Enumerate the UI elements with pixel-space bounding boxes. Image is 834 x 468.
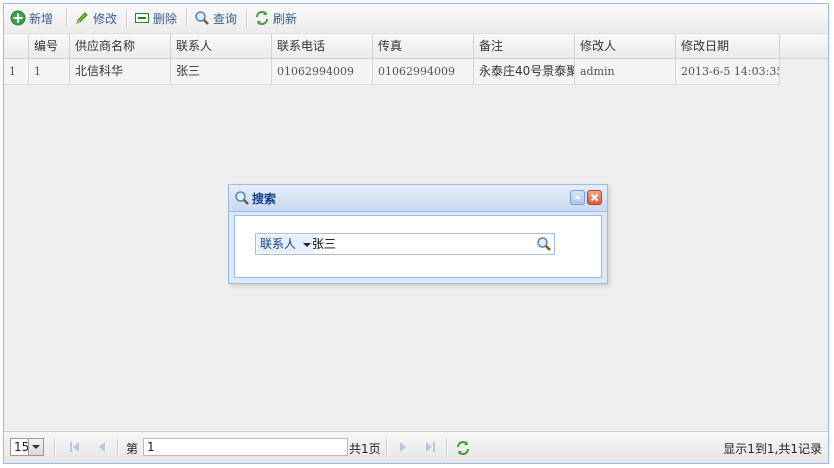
search-field-label: 联系人 — [260, 237, 297, 251]
toolbar-divider — [66, 9, 68, 27]
plus-icon — [10, 10, 26, 26]
pager-divider — [446, 439, 448, 457]
column-header-id[interactable]: 编号 — [29, 34, 70, 58]
collapse-button[interactable] — [570, 190, 585, 205]
page-size-value: 15 — [14, 440, 30, 454]
edit-label: 修改 — [93, 11, 118, 26]
cell-id: 1 — [29, 59, 70, 84]
cell-modifier: admin — [575, 59, 676, 84]
search-icon — [537, 237, 551, 251]
column-header-contact[interactable]: 联系人 — [171, 34, 272, 58]
add-button[interactable]: 新增 — [10, 8, 53, 28]
prev-page-icon[interactable] — [95, 440, 109, 454]
page-size-select[interactable]: 15 — [10, 438, 44, 456]
delete-button[interactable]: 删除 — [134, 8, 177, 28]
refresh-icon[interactable] — [455, 440, 469, 455]
pencil-icon — [74, 10, 90, 26]
pager-divider — [386, 439, 388, 457]
page-total: 共1页 — [349, 442, 381, 456]
toolbar-divider — [246, 9, 248, 27]
minus-icon — [134, 10, 150, 26]
search-field-menu[interactable]: 联系人 — [257, 235, 314, 253]
cell-remark: 永泰庄40号景泰聚 — [474, 59, 575, 84]
close-button[interactable] — [587, 190, 602, 205]
toolbar-divider — [186, 9, 188, 27]
page-number-input[interactable]: 1 — [143, 438, 348, 456]
search-button[interactable] — [536, 236, 552, 252]
chevron-down-icon[interactable] — [28, 439, 43, 455]
pager-divider — [117, 439, 119, 457]
search-box: 联系人 张三 — [255, 233, 555, 255]
chevron-up-icon — [574, 195, 581, 199]
column-header-supplier[interactable]: 供应商名称 — [70, 34, 171, 58]
last-page-icon[interactable] — [423, 440, 437, 454]
page-prefix: 第 — [126, 442, 139, 456]
next-page-icon[interactable] — [396, 440, 410, 454]
dialog-header[interactable]: 搜索 — [229, 185, 607, 212]
cell-phone: 01062994009 — [272, 59, 373, 84]
cell-contact: 张三 — [171, 59, 272, 84]
column-header-rownum — [4, 34, 29, 58]
pagination-bar: 15 第 1 共1页 显示1到1,共1记录 — [4, 431, 828, 463]
column-header-phone[interactable]: 联系电话 — [272, 34, 373, 58]
dialog-body: 联系人 张三 — [234, 215, 602, 278]
grid-header-filler — [780, 34, 828, 59]
search-dialog: 搜索 联系人 张三 — [228, 184, 608, 284]
refresh-icon — [254, 10, 270, 26]
column-header-modifier[interactable]: 修改人 — [575, 34, 676, 58]
row-number: 1 — [4, 59, 29, 84]
cell-fax: 01062994009 — [373, 59, 474, 84]
delete-label: 删除 — [153, 11, 178, 26]
refresh-button[interactable]: 刷新 — [254, 8, 297, 28]
cell-modified-date: 2013-6-5 14:03:35 — [676, 59, 780, 84]
pager-info: 显示1到1,共1记录 — [723, 442, 822, 456]
refresh-label: 刷新 — [273, 11, 298, 26]
column-header-fax[interactable]: 传真 — [373, 34, 474, 58]
edit-button[interactable]: 修改 — [74, 8, 117, 28]
column-header-modified-date[interactable]: 修改日期 — [676, 34, 780, 58]
caret-down-icon — [302, 242, 311, 247]
close-icon — [590, 193, 599, 202]
pager-divider — [54, 439, 56, 457]
dialog-title: 搜索 — [252, 192, 277, 206]
query-label: 查询 — [213, 11, 238, 26]
toolbar: 新增 修改 删除 查询 刷新 — [4, 4, 828, 34]
first-page-icon[interactable] — [68, 440, 82, 454]
query-button[interactable]: 查询 — [194, 8, 237, 28]
grid-header: 编号 供应商名称 联系人 联系电话 传真 备注 修改人 修改日期 — [4, 34, 780, 59]
search-icon — [234, 190, 250, 206]
toolbar-divider — [126, 9, 128, 27]
search-icon — [194, 10, 210, 26]
cell-supplier: 北信科华 — [70, 59, 171, 84]
column-header-remark[interactable]: 备注 — [474, 34, 575, 58]
add-label: 新增 — [29, 11, 54, 26]
search-input[interactable]: 张三 — [312, 235, 336, 253]
table-row[interactable]: 1 1 北信科华 张三 01062994009 01062994009 永泰庄4… — [4, 59, 780, 85]
